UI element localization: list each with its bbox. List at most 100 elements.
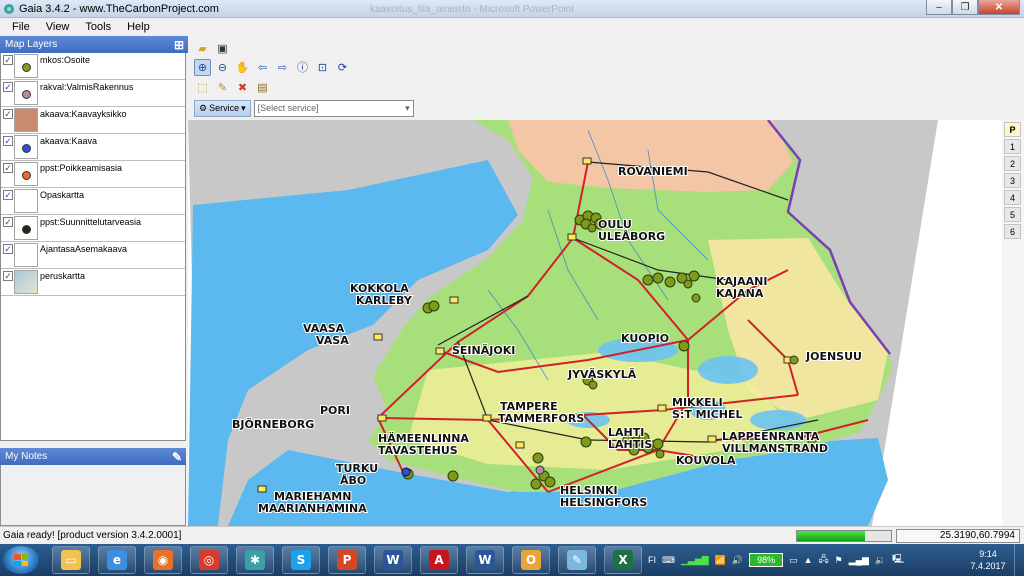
clock-date: 7.4.2017 bbox=[970, 561, 1006, 571]
layer-row[interactable]: ✓ AjantasaAsemakaava bbox=[1, 242, 185, 269]
layer-row[interactable]: ✓ akaava:Kaava bbox=[1, 134, 185, 161]
speaker-icon[interactable]: 🔉 bbox=[875, 555, 886, 566]
close-button[interactable]: ✕ bbox=[978, 0, 1020, 15]
powerpoint-icon: P bbox=[337, 550, 357, 570]
taskbar-powerpoint-button[interactable]: P bbox=[328, 546, 366, 574]
layer-checkbox[interactable]: ✓ bbox=[3, 244, 13, 254]
place-label-kokkola2: KARLEBY bbox=[356, 294, 413, 307]
taskbar-skype-button[interactable]: S bbox=[282, 546, 320, 574]
full-extent-icon[interactable]: ⊡ bbox=[314, 59, 331, 76]
delete-icon[interactable]: ✖ bbox=[234, 79, 251, 96]
layer-row[interactable]: ✓ akaava:Kaavayksikko bbox=[1, 107, 185, 134]
service-dropdown-button[interactable]: ⚙ Service ▾ bbox=[194, 99, 251, 117]
layer-label: peruskartta bbox=[40, 271, 86, 281]
taskbar-explorer-button[interactable]: ▭ bbox=[52, 546, 90, 574]
battery-indicator[interactable]: 98% bbox=[749, 553, 784, 567]
volume-mute-icon[interactable]: 🔊 bbox=[732, 555, 743, 566]
my-notes-area[interactable] bbox=[0, 465, 186, 526]
zoom-in-icon[interactable]: ⊕ bbox=[194, 58, 211, 76]
service-select-value: [Select service] bbox=[257, 103, 319, 113]
outlook-icon: O bbox=[521, 550, 541, 570]
page-button-1[interactable]: 1 bbox=[1004, 139, 1021, 154]
layer-dot-icon bbox=[22, 171, 31, 180]
info-icon[interactable]: ⓘ bbox=[294, 59, 311, 76]
layer-checkbox[interactable]: ✓ bbox=[3, 55, 13, 65]
edit-pencil-icon[interactable]: ✎ bbox=[214, 79, 231, 96]
place-label-pori2: BJÖRNEBORG bbox=[232, 417, 314, 431]
forward-arrow-icon[interactable]: ⇨ bbox=[274, 59, 291, 76]
taskbar-paint-button[interactable]: ✎ bbox=[558, 546, 596, 574]
map-view[interactable]: ROVANIEMI OULU ULEÅBORG KAJAANI KAJANA KOKKOL… bbox=[188, 120, 1002, 526]
start-button[interactable] bbox=[3, 546, 39, 574]
page-button-4[interactable]: 4 bbox=[1004, 190, 1021, 205]
edit-feature-icon[interactable]: ▤ bbox=[254, 79, 271, 96]
select-icon[interactable]: ⬚ bbox=[194, 79, 211, 96]
layer-row[interactable]: ✓ rakval:ValmisRakennus bbox=[1, 80, 185, 107]
clock[interactable]: 9:14 7.4.2017 bbox=[966, 548, 1010, 572]
background-window-title: kaavoitus_tila_aineisto - Microsoft Powe… bbox=[370, 4, 574, 15]
layer-symbol-icon bbox=[14, 216, 38, 240]
menu-view[interactable]: View bbox=[38, 21, 78, 33]
show-desktop-button[interactable] bbox=[1014, 544, 1024, 576]
menu-help[interactable]: Help bbox=[119, 21, 158, 33]
taskbar-word-button[interactable]: W bbox=[374, 546, 412, 574]
place-label-kajaani2: KAJANA bbox=[716, 287, 764, 300]
add-layer-icon[interactable]: ⊞ bbox=[174, 38, 184, 52]
layer-row[interactable]: ✓ ppst:Poikkeamisasia bbox=[1, 161, 185, 188]
menu-tools[interactable]: Tools bbox=[77, 21, 119, 33]
layer-row[interactable]: ✓ Opaskartta bbox=[1, 188, 185, 215]
taskbar-excel-button[interactable]: X bbox=[604, 546, 642, 574]
layer-row[interactable]: ✓ ppst:Suunnittelutarveasia bbox=[1, 215, 185, 242]
taskbar-ie-button[interactable]: e bbox=[98, 546, 136, 574]
tray-expand-icon[interactable]: ▲ bbox=[804, 555, 813, 565]
flag-icon[interactable]: ⚑ bbox=[835, 555, 843, 566]
layer-checkbox[interactable]: ✓ bbox=[3, 163, 13, 173]
taskbar-word2-button[interactable]: W bbox=[466, 546, 504, 574]
pan-hand-icon[interactable]: ✋ bbox=[234, 59, 251, 76]
taskbar-gaia-button[interactable]: ✱ bbox=[236, 546, 274, 574]
open-folder-icon[interactable]: ▰ bbox=[194, 40, 211, 57]
map-canvas[interactable]: ROVANIEMIOULUULEÅBORGKAJAANIKAJANAKOKKOL… bbox=[188, 120, 1002, 526]
service-select[interactable]: [Select service] ▾ bbox=[253, 99, 414, 117]
signal-bars-icon[interactable]: ▁▃▅▇ bbox=[681, 555, 709, 566]
taskbar-outlook-button[interactable]: O bbox=[512, 546, 550, 574]
save-icon[interactable]: ▣ bbox=[214, 40, 231, 57]
layer-dot-icon bbox=[22, 144, 31, 153]
back-arrow-icon[interactable]: ⇦ bbox=[254, 59, 271, 76]
refresh-icon[interactable]: ⟳ bbox=[334, 59, 351, 76]
place-label-oulu2: ULEÅBORG bbox=[598, 230, 665, 243]
minimize-button[interactable]: – bbox=[926, 0, 952, 15]
my-notes-header: My Notes ✎ bbox=[0, 448, 186, 465]
layer-checkbox[interactable]: ✓ bbox=[3, 109, 13, 119]
keyboard-icon[interactable]: ⌨ bbox=[662, 555, 675, 566]
maximize-button[interactable]: ❐ bbox=[952, 0, 978, 15]
page-button-5[interactable]: 5 bbox=[1004, 207, 1021, 222]
signal-icon[interactable]: ▂▄▆ bbox=[849, 555, 869, 566]
layer-checkbox[interactable]: ✓ bbox=[3, 136, 13, 146]
wireless-icon[interactable]: 📶 bbox=[715, 555, 726, 566]
layer-checkbox[interactable]: ✓ bbox=[3, 190, 13, 200]
taskbar-firefox-button[interactable]: ◉ bbox=[144, 546, 182, 574]
layer-symbol-icon bbox=[14, 54, 38, 78]
page-button-2[interactable]: 2 bbox=[1004, 156, 1021, 171]
page-button-6[interactable]: 6 bbox=[1004, 224, 1021, 239]
computer-icon[interactable]: 🖳 bbox=[892, 552, 904, 568]
layer-row[interactable]: ✓ mkos:Osoite bbox=[1, 53, 185, 80]
power-icon[interactable]: ▭ bbox=[789, 555, 798, 566]
taskbar-acrobat-button[interactable]: A bbox=[420, 546, 458, 574]
add-note-icon[interactable]: ✎ bbox=[172, 450, 182, 464]
menu-file[interactable]: File bbox=[4, 21, 38, 33]
taskbar-chrome-button[interactable]: ◎ bbox=[190, 546, 228, 574]
layer-checkbox[interactable]: ✓ bbox=[3, 82, 13, 92]
page-button-P[interactable]: P bbox=[1004, 122, 1021, 137]
page-button-3[interactable]: 3 bbox=[1004, 173, 1021, 188]
layer-checkbox[interactable]: ✓ bbox=[3, 271, 13, 281]
menu-bar: File View Tools Help bbox=[0, 18, 1024, 36]
zoom-out-icon[interactable]: ⊖ bbox=[214, 59, 231, 76]
layer-checkbox[interactable]: ✓ bbox=[3, 217, 13, 227]
map-layers-header: Map Layers ⊞ bbox=[0, 36, 188, 53]
layer-row[interactable]: ✓ peruskartta bbox=[1, 269, 185, 296]
language-indicator[interactable]: FI bbox=[648, 555, 656, 565]
network-icon[interactable]: 🖧 bbox=[819, 552, 829, 568]
service-label: Service bbox=[209, 103, 240, 113]
